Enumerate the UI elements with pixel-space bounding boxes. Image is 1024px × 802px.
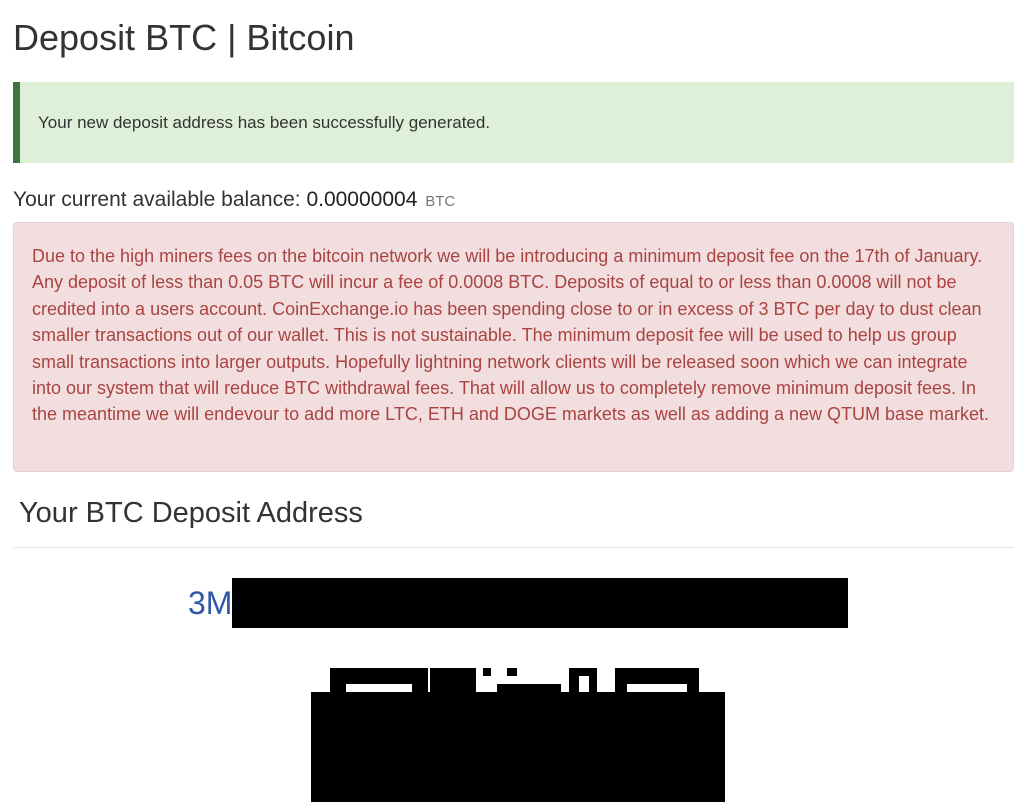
deposit-address-heading: Your BTC Deposit Address [19, 497, 363, 529]
deposit-page: Deposit BTC | Bitcoin Your new deposit a… [0, 0, 1024, 802]
section-divider [13, 547, 1014, 548]
page-title: Deposit BTC | Bitcoin [13, 17, 355, 58]
deposit-address-prefix[interactable]: 3M [188, 578, 232, 628]
balance-unit: BTC [425, 193, 456, 210]
qr-module [430, 668, 476, 694]
balance-value: 0.00000004 [306, 188, 418, 211]
success-alert-message: Your new deposit address has been succes… [38, 112, 491, 132]
fee-notice-alert: Due to the high miners fees on the bitco… [13, 222, 1014, 472]
qr-module [569, 668, 597, 676]
qr-code-icon [311, 660, 725, 802]
success-alert: Your new deposit address has been succes… [13, 82, 1014, 163]
qr-module [483, 668, 491, 676]
fee-notice-text: Due to the high miners fees on the bitco… [32, 246, 990, 425]
deposit-address-redaction [232, 578, 849, 628]
deposit-address[interactable]: 3M [188, 578, 849, 628]
balance-line: Your current available balance: 0.000000… [13, 186, 455, 216]
balance-label: Your current available balance: [13, 188, 301, 211]
qr-module [507, 668, 517, 676]
qr-redaction [311, 692, 725, 802]
